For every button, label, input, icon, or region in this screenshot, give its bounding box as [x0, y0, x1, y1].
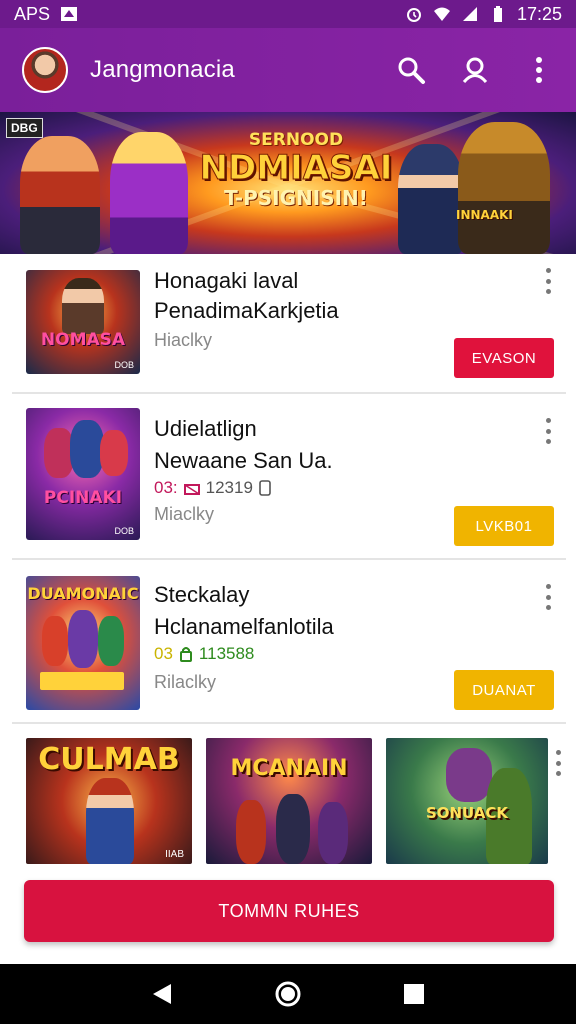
signal-icon: [462, 7, 477, 21]
hero-pretitle: SERNOOD: [248, 130, 344, 150]
stats-prefix: 03: [154, 644, 173, 663]
list-item[interactable]: PCINAKI DOB Udielatlign Newaane San Ua. …: [12, 394, 566, 560]
status-left-text: APS: [14, 3, 51, 24]
profile-button[interactable]: [458, 53, 492, 87]
item-more-icon[interactable]: [544, 418, 552, 444]
game-thumbnail[interactable]: NOMASA DOB: [26, 270, 140, 374]
notification-icon: [61, 7, 78, 21]
status-time: 17:25: [516, 3, 562, 24]
item-more-icon[interactable]: [544, 584, 552, 610]
hero-logo: DBG: [6, 118, 43, 138]
lock-icon: [179, 647, 192, 662]
item-subtitle: Newaane San Ua.: [154, 448, 333, 473]
gallery-card-title: SONUACK: [425, 804, 509, 822]
hero-banner[interactable]: DBG SERNOOD NDMIASAI T-PSIGNISIN! INNAAK…: [0, 112, 576, 254]
item-action-button[interactable]: DUANAT: [454, 670, 554, 710]
status-bar: APS 17:25: [0, 0, 576, 28]
more-vert-icon: [536, 57, 542, 83]
hero-character-4: [458, 122, 550, 254]
battery-icon: [493, 6, 502, 22]
hero-tag: INNAAKI: [456, 208, 513, 222]
app-bar: Jangmonacia: [0, 28, 576, 112]
stats-prefix: 03:: [154, 478, 178, 497]
item-subtitle: PenadimaKarkjetia: [154, 298, 339, 323]
primary-cta-button[interactable]: TOMMN RUHES: [24, 880, 554, 942]
item-action-button[interactable]: EVASON: [454, 338, 554, 378]
thumbnail-title: DUAMONAIC: [27, 584, 139, 603]
search-button[interactable]: [394, 53, 428, 87]
avatar[interactable]: [22, 47, 68, 93]
item-stats: 03: 12319: [154, 478, 271, 498]
device-icon: [259, 480, 271, 496]
hero-character-1: [20, 136, 100, 254]
gallery-more-icon[interactable]: [554, 750, 562, 776]
list-item[interactable]: NOMASA DOB Honagaki laval PenadimaKarkje…: [12, 254, 566, 394]
game-thumbnail[interactable]: PCINAKI DOB: [26, 408, 140, 540]
item-subtitle: Hclanamelfanlotila: [154, 614, 334, 639]
thumbnail-badge: DOB: [114, 360, 134, 370]
featured-gallery: CULMAB IIAB MCANAIN SONUACK: [0, 738, 576, 866]
search-icon: [398, 57, 425, 84]
gallery-card[interactable]: CULMAB IIAB: [26, 738, 192, 864]
list-item[interactable]: DUAMONAIC Steckalay Hclanamelfanlotila 0…: [12, 560, 566, 724]
gallery-card-badge: IIAB: [165, 849, 184, 860]
gallery-card-title: CULMAB: [38, 742, 180, 777]
home-icon[interactable]: [274, 980, 302, 1008]
recents-icon[interactable]: [403, 983, 425, 1005]
gallery-card[interactable]: SONUACK: [386, 738, 548, 864]
app-title: Jangmonacia: [90, 56, 235, 83]
item-meta: Miaclky: [154, 504, 215, 524]
item-meta: Rilaclky: [154, 672, 217, 692]
thumbnail-title: NOMASA: [40, 330, 126, 350]
item-stats: 03 113588: [154, 644, 254, 664]
hero-title: NDMIASAI: [199, 148, 393, 188]
hero-subtitle: T-PSIGNISIN!: [224, 186, 368, 210]
stats-value: 12319: [205, 478, 253, 497]
item-more-icon[interactable]: [544, 268, 552, 294]
wifi-icon: [433, 7, 450, 21]
item-title: Honagaki laval: [154, 268, 299, 293]
gift-icon: [183, 484, 200, 495]
item-title: Steckalay: [154, 582, 250, 607]
profile-icon: [462, 57, 488, 84]
back-icon[interactable]: [151, 982, 173, 1006]
alarm-icon: [406, 8, 421, 22]
item-meta: Hiaclky: [154, 330, 213, 350]
item-title: Udielatlign: [154, 416, 257, 441]
stats-value: 113588: [198, 644, 255, 663]
system-nav-bar: [0, 964, 576, 1024]
gallery-card[interactable]: MCANAIN: [206, 738, 372, 864]
hero-character-3: [398, 144, 464, 254]
item-action-button[interactable]: LVKB01: [454, 506, 554, 546]
game-thumbnail[interactable]: DUAMONAIC: [26, 576, 140, 710]
thumbnail-badge: DOB: [114, 526, 134, 536]
hero-character-2: [110, 132, 188, 254]
thumbnail-title: PCINAKI: [43, 488, 123, 508]
gallery-card-title: MCANAIN: [230, 756, 348, 781]
more-options-button[interactable]: [522, 53, 556, 87]
